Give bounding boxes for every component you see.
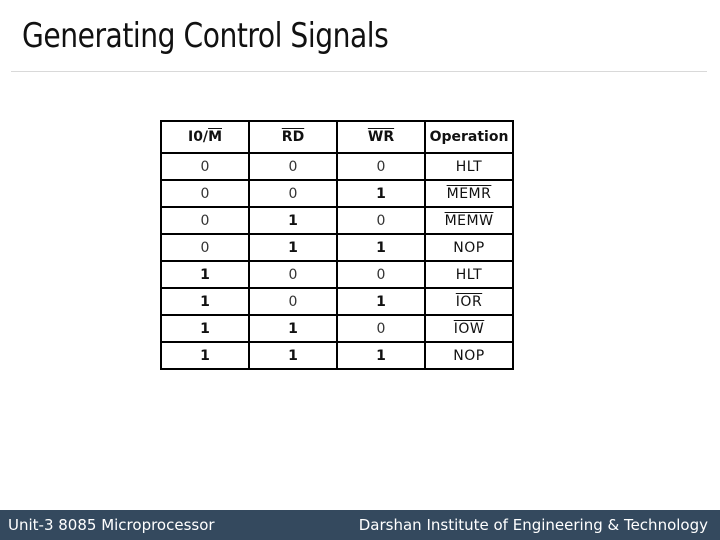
table-row: 0 1 1 NOP <box>160 233 514 262</box>
cell-operation: HLT <box>424 152 514 181</box>
footer-bar: Unit-3 8085 Microprocessor Darshan Insti… <box>0 510 720 540</box>
table-header-row: I0/M RD WR Operation <box>160 120 514 154</box>
cell-io-m: 1 <box>160 341 250 370</box>
header-operation: Operation <box>424 120 514 154</box>
cell-operation: IOR <box>424 287 514 316</box>
cell-operation: MEMR <box>424 179 514 208</box>
header-rd: RD <box>248 120 338 154</box>
operation-label: HLT <box>455 158 483 175</box>
header-wr-label: WR <box>367 129 395 145</box>
operation-label: NOP <box>453 239 485 256</box>
cell-rd: 1 <box>248 206 338 235</box>
cell-operation: IOW <box>424 314 514 343</box>
cell-wr: 0 <box>336 260 426 289</box>
footer-institute-label: Darshan Institute of Engineering & Techn… <box>358 516 708 534</box>
operation-label: MEMW <box>444 212 494 229</box>
cell-rd: 0 <box>248 152 338 181</box>
operation-label: NOP <box>453 347 485 364</box>
cell-rd: 0 <box>248 179 338 208</box>
cell-wr: 0 <box>336 206 426 235</box>
operation-label: IOR <box>455 293 483 310</box>
cell-operation: NOP <box>424 233 514 262</box>
cell-wr: 0 <box>336 314 426 343</box>
cell-io-m: 1 <box>160 260 250 289</box>
operation-label: IOW <box>453 320 485 337</box>
table-row: 1 1 0 IOW <box>160 314 514 343</box>
cell-io-m: 0 <box>160 233 250 262</box>
cell-operation: HLT <box>424 260 514 289</box>
header-io-m-overlined: M <box>208 129 222 145</box>
table-row: 0 1 0 MEMW <box>160 206 514 235</box>
table-row: 1 0 0 HLT <box>160 260 514 289</box>
cell-wr: 1 <box>336 179 426 208</box>
header-io-m: I0/M <box>160 120 250 154</box>
cell-operation: NOP <box>424 341 514 370</box>
operation-label: MEMR <box>446 185 492 202</box>
header-rd-label: RD <box>281 129 305 145</box>
cell-wr: 0 <box>336 152 426 181</box>
cell-operation: MEMW <box>424 206 514 235</box>
cell-io-m: 0 <box>160 206 250 235</box>
table-row: 0 0 1 MEMR <box>160 179 514 208</box>
slide-title: Generating Control Signals <box>22 16 389 56</box>
header-wr: WR <box>336 120 426 154</box>
cell-rd: 0 <box>248 260 338 289</box>
header-io-m-prefix: I0/ <box>187 129 209 145</box>
cell-io-m: 0 <box>160 179 250 208</box>
cell-io-m: 1 <box>160 287 250 316</box>
operation-label: HLT <box>455 266 483 283</box>
cell-rd: 1 <box>248 341 338 370</box>
title-divider <box>11 71 707 72</box>
cell-rd: 1 <box>248 314 338 343</box>
cell-wr: 1 <box>336 287 426 316</box>
footer-unit-label: Unit-3 8085 Microprocessor <box>8 516 215 534</box>
cell-io-m: 0 <box>160 152 250 181</box>
cell-wr: 1 <box>336 233 426 262</box>
table-row: 1 0 1 IOR <box>160 287 514 316</box>
cell-rd: 0 <box>248 287 338 316</box>
table-row: 0 0 0 HLT <box>160 152 514 181</box>
cell-io-m: 1 <box>160 314 250 343</box>
cell-rd: 1 <box>248 233 338 262</box>
cell-wr: 1 <box>336 341 426 370</box>
table-row: 1 1 1 NOP <box>160 341 514 370</box>
control-signal-truth-table: I0/M RD WR Operation 0 0 0 HLT 0 0 1 MEMR 0 1 0 MEM… <box>160 120 514 370</box>
